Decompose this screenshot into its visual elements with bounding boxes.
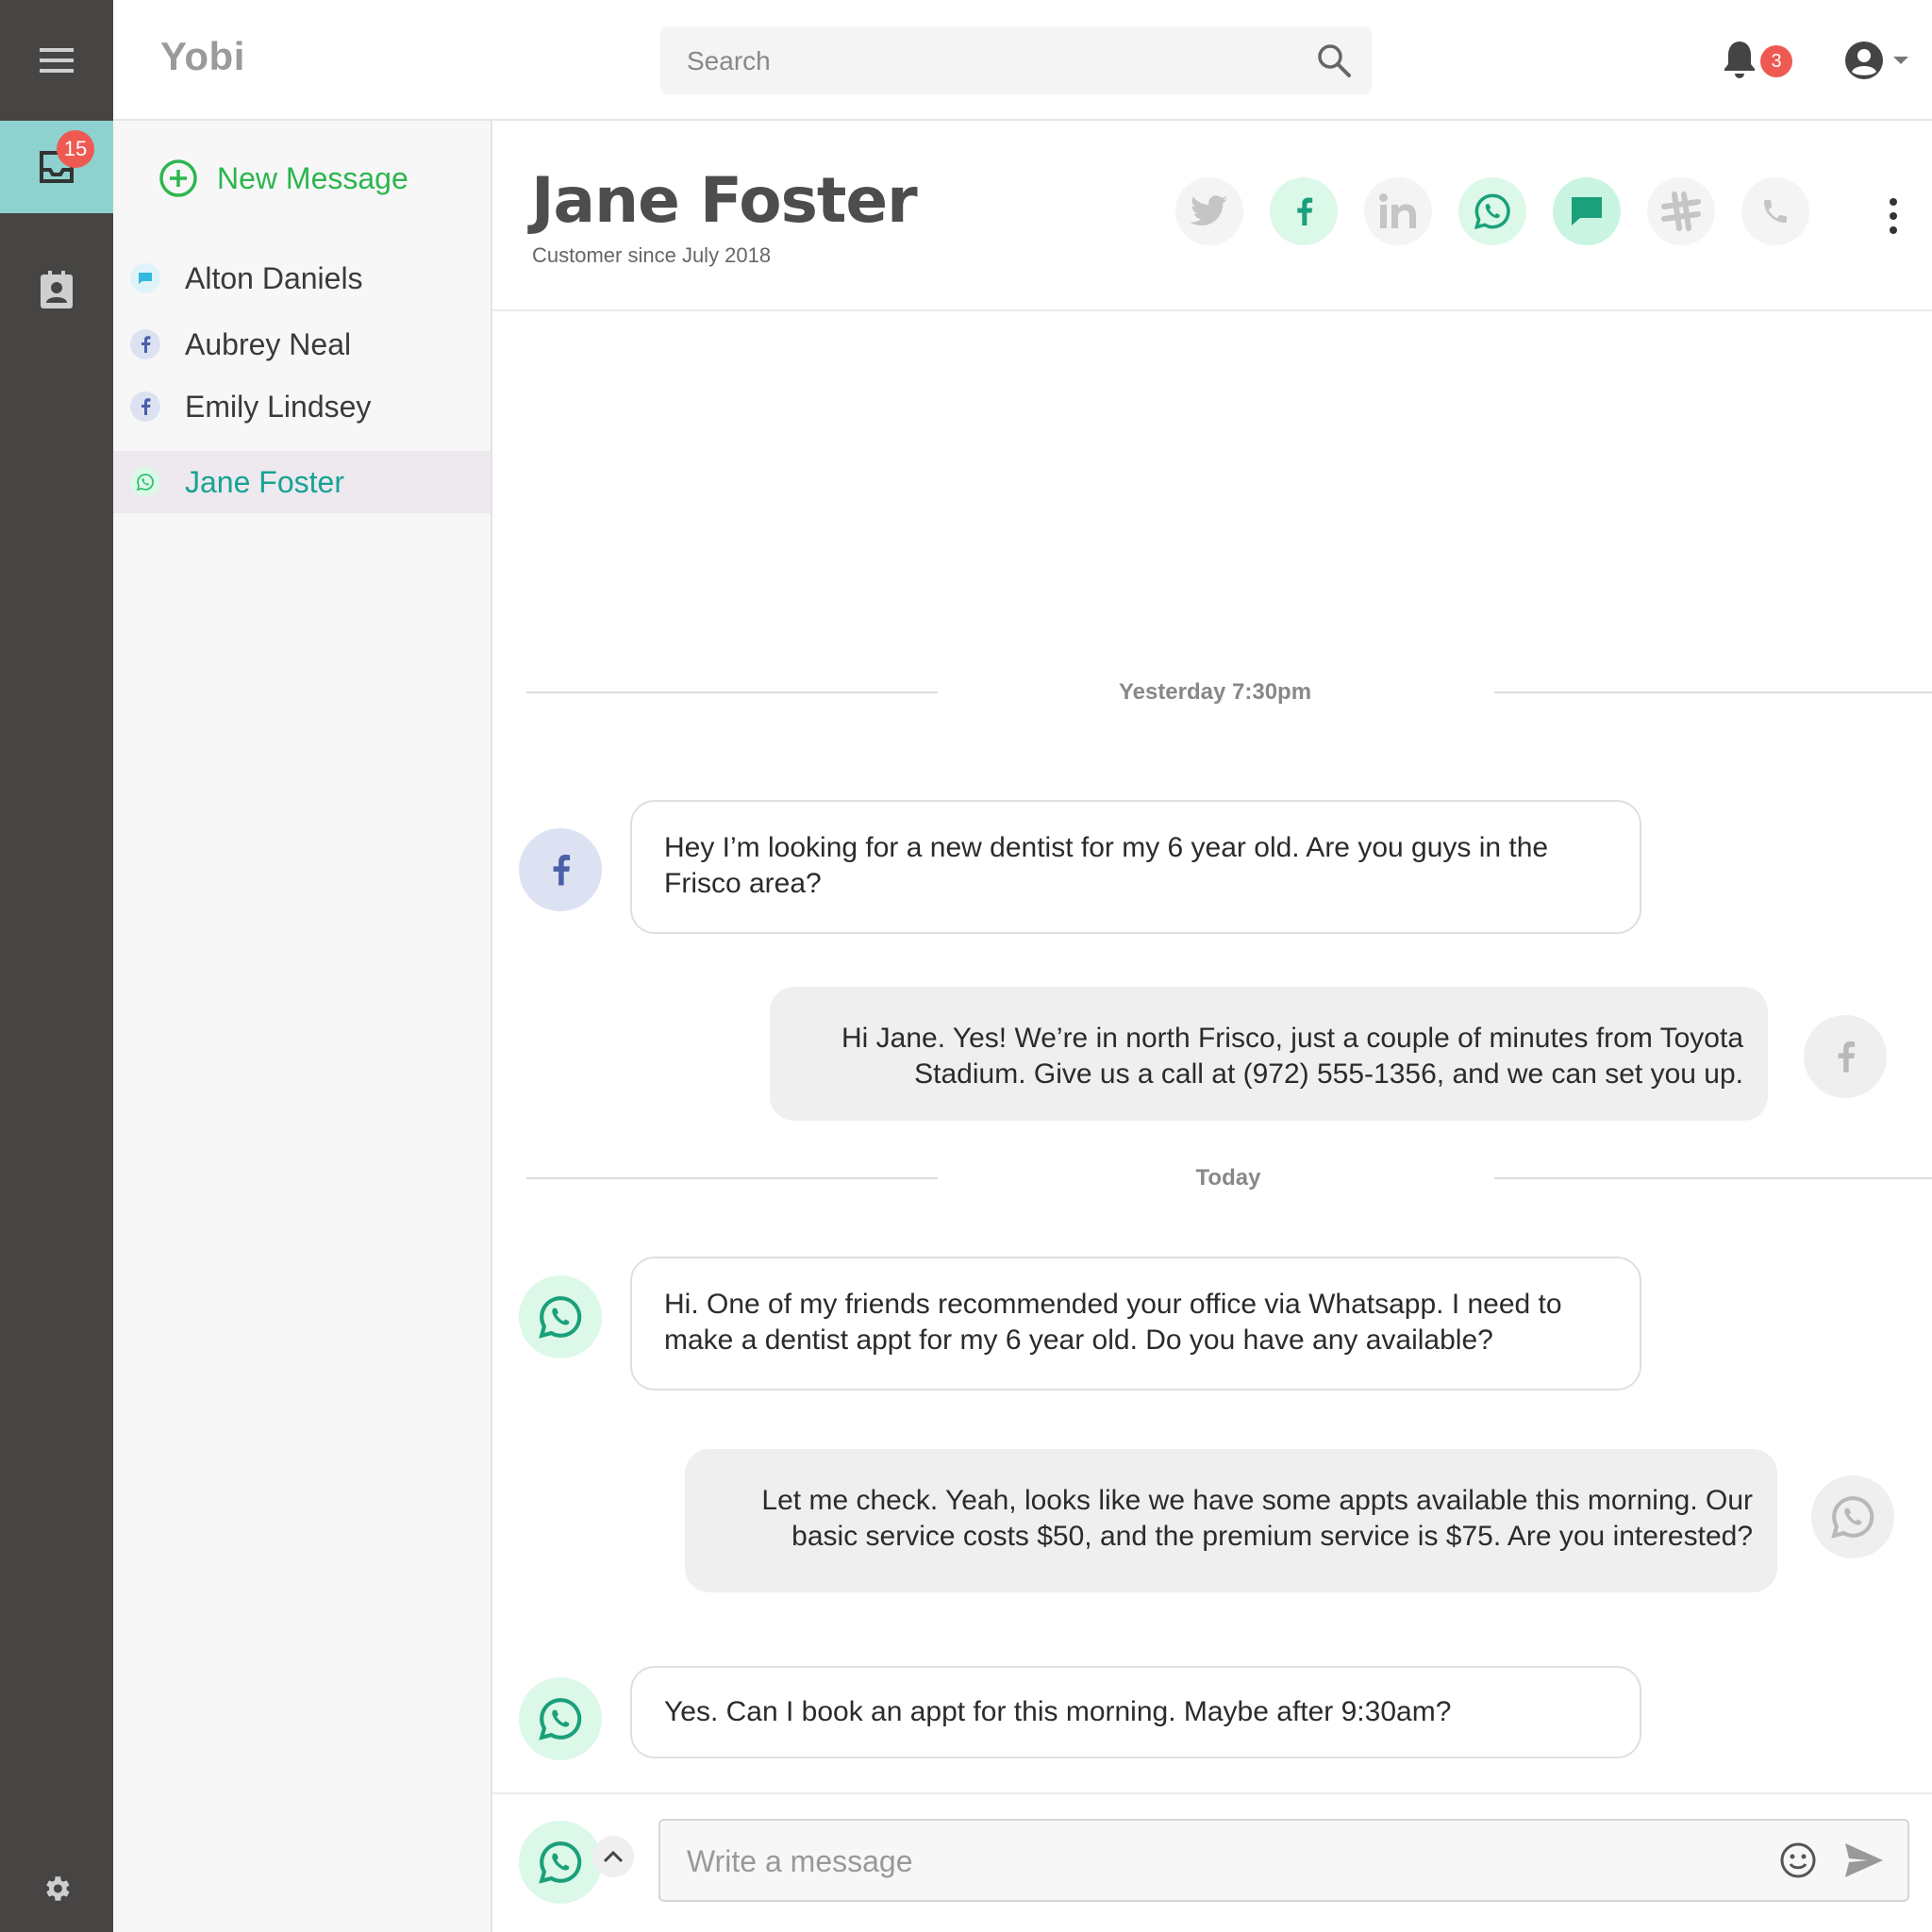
rail-inbox[interactable] (0, 121, 113, 213)
whatsapp-avatar-icon (1811, 1475, 1894, 1558)
settings-gear-icon[interactable] (0, 1868, 113, 1909)
date-separator-line (526, 1177, 938, 1179)
slack-channel-button[interactable] (1647, 177, 1715, 245)
inbox-badge: 15 (57, 130, 94, 168)
phone-icon (1760, 196, 1790, 226)
twitter-channel-button[interactable] (1175, 177, 1243, 245)
send-icon[interactable] (1843, 1841, 1885, 1879)
conversation-item[interactable]: Aubrey Neal (113, 313, 491, 375)
outgoing-message: Hi Jane. Yes! We’re in north Frisco, jus… (770, 987, 1768, 1121)
facebook-avatar-icon (519, 828, 602, 911)
user-menu[interactable] (1843, 40, 1909, 81)
whatsapp-channel-button[interactable] (1458, 177, 1526, 245)
chevron-down-icon (1892, 56, 1909, 65)
conversation-item[interactable]: Alton Daniels (113, 247, 491, 309)
contacts-icon[interactable] (0, 266, 113, 313)
conversation-name: Emily Lindsey (185, 389, 372, 424)
conversation-item-active[interactable]: Jane Foster (113, 451, 491, 513)
facebook-channel-button[interactable] (1270, 177, 1338, 245)
chevron-up-icon[interactable] (592, 1836, 634, 1877)
message-composer (658, 1819, 1909, 1902)
facebook-icon (1294, 195, 1313, 227)
more-options-icon[interactable] (1879, 194, 1907, 238)
date-separator-line (526, 691, 938, 693)
twitter-icon (1190, 194, 1229, 228)
contact-name: Jane Foster (531, 164, 918, 237)
date-separator-line (1494, 1177, 1932, 1179)
menu-icon[interactable] (0, 30, 113, 91)
emoji-icon[interactable] (1779, 1841, 1817, 1879)
conversation-name: Jane Foster (185, 464, 344, 499)
facebook-avatar-icon (1804, 1015, 1887, 1098)
date-separator: Today (1195, 1165, 1261, 1191)
conversation-name: Aubrey Neal (185, 326, 352, 361)
search-bar (660, 26, 1372, 96)
conversation-item[interactable]: Emily Lindsey (113, 375, 491, 438)
whatsapp-avatar-icon (519, 1275, 602, 1358)
whatsapp-icon (130, 467, 160, 497)
search-icon[interactable] (1315, 42, 1353, 79)
app-logo: Yobi (160, 34, 245, 78)
incoming-message: Hey I’m looking for a new dentist for my… (630, 800, 1641, 934)
channel-selector-button[interactable] (519, 1821, 602, 1904)
incoming-message: Yes. Can I book an appt for this morning… (630, 1666, 1641, 1758)
new-message-button[interactable]: New Message (158, 158, 408, 198)
facebook-icon (130, 329, 160, 359)
date-separator: Yesterday 7:30pm (1118, 679, 1312, 705)
whatsapp-icon (537, 1839, 584, 1886)
incoming-message: Hi. One of my friends recommended your o… (630, 1257, 1641, 1391)
slack-icon (1660, 191, 1702, 232)
sms-channel-button[interactable] (1553, 177, 1621, 245)
phone-channel-button[interactable] (1741, 177, 1809, 245)
notification-badge: 3 (1760, 45, 1792, 77)
bell-icon[interactable] (1723, 40, 1757, 79)
linkedin-channel-button[interactable] (1364, 177, 1432, 245)
user-avatar-icon (1843, 40, 1885, 81)
sms-icon (1570, 195, 1604, 227)
whatsapp-icon (1473, 192, 1512, 231)
date-separator-line (1494, 691, 1932, 693)
new-message-label: New Message (217, 160, 408, 195)
outgoing-message: Let me check. Yeah, looks like we have s… (685, 1449, 1777, 1592)
search-input[interactable] (685, 26, 1292, 96)
sms-icon (130, 263, 160, 293)
linkedin-icon (1378, 192, 1418, 230)
customer-since: Customer since July 2018 (532, 243, 772, 267)
facebook-icon (130, 391, 160, 422)
plus-circle-icon (158, 158, 198, 198)
message-input[interactable] (685, 1821, 1774, 1902)
conversation-name: Alton Daniels (185, 260, 363, 295)
whatsapp-avatar-icon (519, 1677, 602, 1760)
